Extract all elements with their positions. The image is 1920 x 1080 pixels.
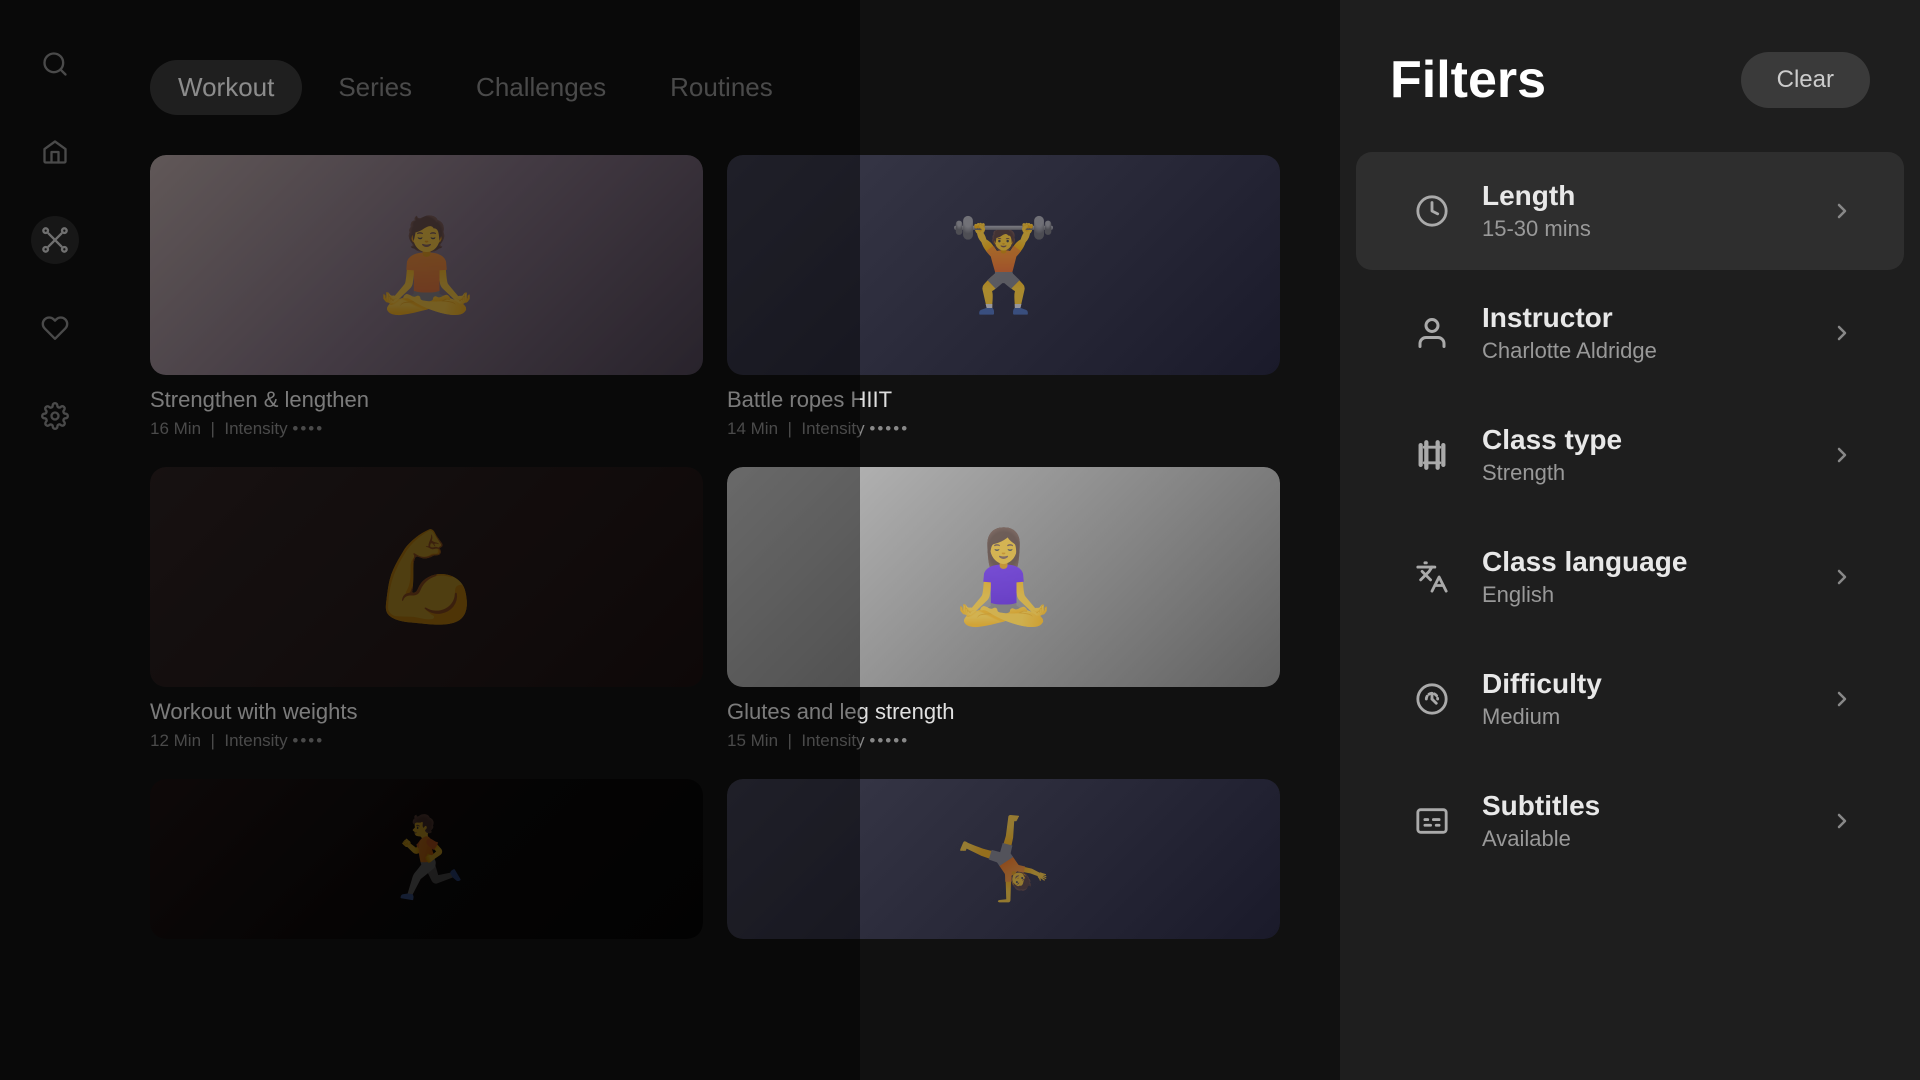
- filter-item-content: Class language English: [1482, 546, 1830, 608]
- chevron-right-icon: [1830, 565, 1854, 589]
- filter-item-label: Difficulty: [1482, 668, 1830, 700]
- dumbbell-icon: [1406, 429, 1458, 481]
- filter-item-value: English: [1482, 582, 1830, 608]
- subtitles-icon: [1406, 795, 1458, 847]
- filter-item-difficulty[interactable]: Difficulty Medium: [1356, 640, 1904, 758]
- card-info: Strengthen & lengthen 16 Min | Intensity…: [150, 375, 703, 443]
- filter-item-label: Length: [1482, 180, 1830, 212]
- chevron-right-icon: [1830, 687, 1854, 711]
- card-image: 🤸: [727, 779, 1280, 939]
- filter-item-value: Available: [1482, 826, 1830, 852]
- filter-item-value: 15-30 mins: [1482, 216, 1830, 242]
- card-meta: 16 Min | Intensity ••••: [150, 419, 703, 439]
- filter-item-label: Instructor: [1482, 302, 1830, 334]
- sidebar: [0, 0, 110, 1080]
- workout-grid: 🧘 Strengthen & lengthen 16 Min | Intensi…: [150, 155, 1300, 939]
- settings-icon[interactable]: [31, 392, 79, 440]
- home-icon[interactable]: [31, 128, 79, 176]
- card-title: Workout with weights: [150, 699, 703, 725]
- filter-item-content: Difficulty Medium: [1482, 668, 1830, 730]
- card-image: 🧘: [150, 155, 703, 375]
- filter-item-content: Length 15-30 mins: [1482, 180, 1830, 242]
- language-icon: [1406, 551, 1458, 603]
- filter-item-length[interactable]: Length 15-30 mins: [1356, 152, 1904, 270]
- workout-card[interactable]: 🤸: [727, 779, 1280, 939]
- search-icon[interactable]: [31, 40, 79, 88]
- card-info: Glutes and leg strength 15 Min | Intensi…: [727, 687, 1280, 755]
- workout-card[interactable]: 🧘 Strengthen & lengthen 16 Min | Intensi…: [150, 155, 703, 443]
- filter-item-class-language[interactable]: Class language English: [1356, 518, 1904, 636]
- person-icon: [1406, 307, 1458, 359]
- tab-routines[interactable]: Routines: [642, 60, 801, 115]
- workout-card[interactable]: 💪 Workout with weights 12 Min | Intensit…: [150, 467, 703, 755]
- heart-icon[interactable]: [31, 304, 79, 352]
- card-image: 💪: [150, 467, 703, 687]
- filter-panel: Filters Clear Length 15-30 mins: [1340, 0, 1920, 1080]
- card-info: Battle ropes HIIT 14 Min | Intensity •••…: [727, 375, 1280, 443]
- filter-item-label: Class language: [1482, 546, 1830, 578]
- filter-item-value: Strength: [1482, 460, 1830, 486]
- chevron-right-icon: [1830, 809, 1854, 833]
- chevron-right-icon: [1830, 443, 1854, 467]
- filter-item-value: Charlotte Aldridge: [1482, 338, 1830, 364]
- gauge-icon: [1406, 673, 1458, 725]
- filter-title: Filters: [1390, 50, 1546, 110]
- tab-series[interactable]: Series: [310, 60, 440, 115]
- card-title: Glutes and leg strength: [727, 699, 1280, 725]
- filter-item-class-type[interactable]: Class type Strength: [1356, 396, 1904, 514]
- workout-card[interactable]: 🧘‍♀️ Glutes and leg strength 15 Min | In…: [727, 467, 1280, 755]
- filter-item-value: Medium: [1482, 704, 1830, 730]
- card-title: Battle ropes HIIT: [727, 387, 1280, 413]
- card-image: 🏋️: [727, 155, 1280, 375]
- card-meta: 12 Min | Intensity ••••: [150, 731, 703, 751]
- workout-card[interactable]: 🏋️ Battle ropes HIIT 14 Min | Intensity …: [727, 155, 1280, 443]
- filter-item-label: Subtitles: [1482, 790, 1830, 822]
- clear-button[interactable]: Clear: [1741, 52, 1870, 108]
- tab-workout[interactable]: Workout: [150, 60, 302, 115]
- filter-list: Length 15-30 mins Instructor Charlotte A…: [1340, 150, 1920, 882]
- workout-icon[interactable]: [31, 216, 79, 264]
- card-image: 🧘‍♀️: [727, 467, 1280, 687]
- filter-item-content: Instructor Charlotte Aldridge: [1482, 302, 1830, 364]
- card-info: Workout with weights 12 Min | Intensity …: [150, 687, 703, 755]
- filter-item-content: Class type Strength: [1482, 424, 1830, 486]
- card-image: 🏃: [150, 779, 703, 939]
- chevron-right-icon: [1830, 321, 1854, 345]
- filter-item-content: Subtitles Available: [1482, 790, 1830, 852]
- tab-challenges[interactable]: Challenges: [448, 60, 634, 115]
- chevron-right-icon: [1830, 199, 1854, 223]
- filter-item-label: Class type: [1482, 424, 1830, 456]
- card-meta: 15 Min | Intensity •••••: [727, 731, 1280, 751]
- main-content: Workout Series Challenges Routines 🧘 Str…: [110, 0, 1340, 1080]
- clock-icon: [1406, 185, 1458, 237]
- card-meta: 14 Min | Intensity •••••: [727, 419, 1280, 439]
- filter-item-instructor[interactable]: Instructor Charlotte Aldridge: [1356, 274, 1904, 392]
- workout-card[interactable]: 🏃: [150, 779, 703, 939]
- tab-bar: Workout Series Challenges Routines: [150, 60, 1300, 115]
- filter-header: Filters Clear: [1340, 50, 1920, 150]
- card-title: Strengthen & lengthen: [150, 387, 703, 413]
- filter-item-subtitles[interactable]: Subtitles Available: [1356, 762, 1904, 880]
